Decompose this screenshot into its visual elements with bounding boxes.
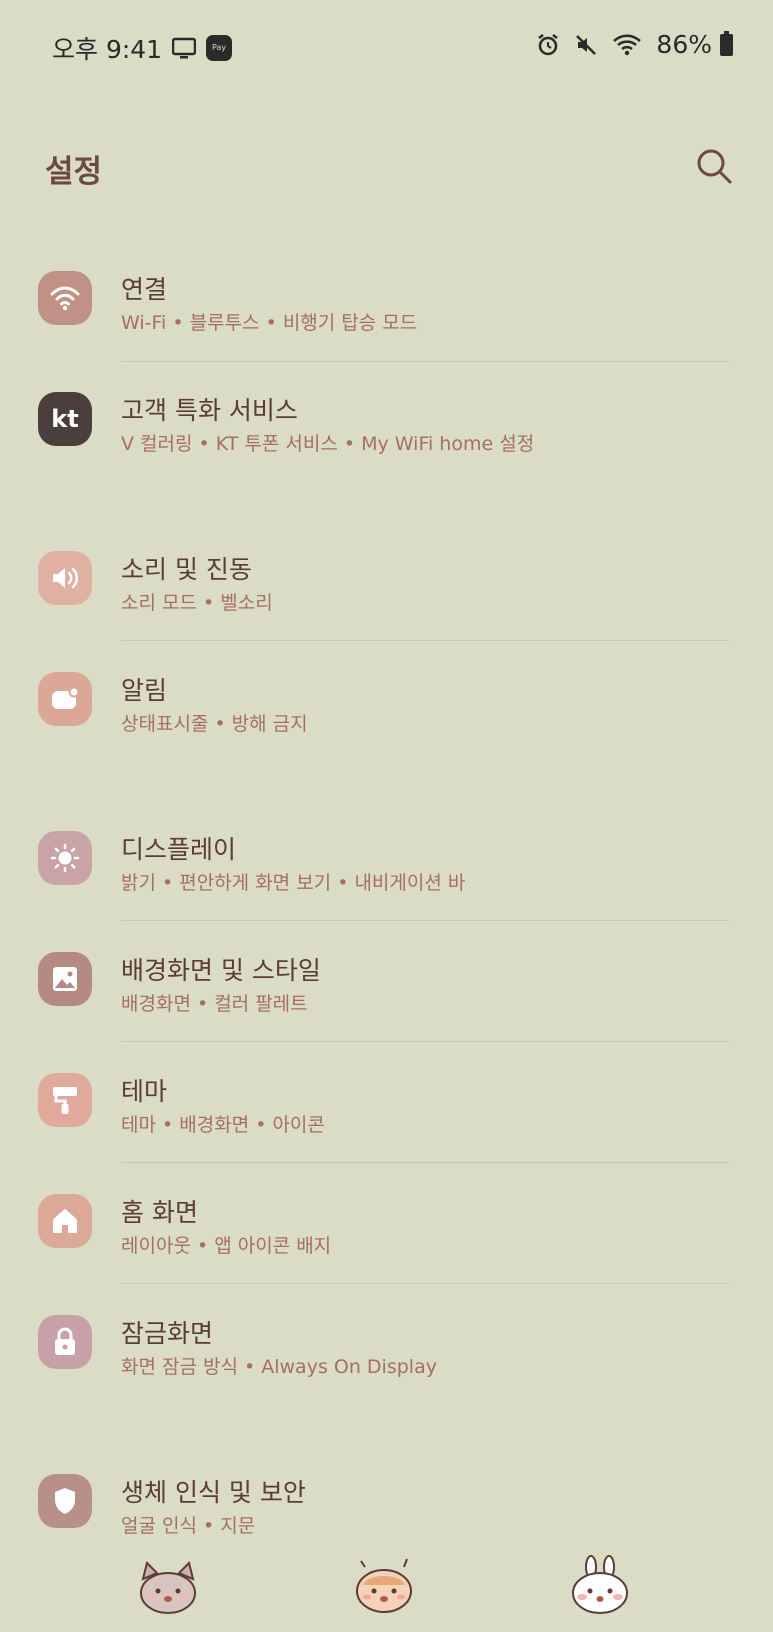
bunny-sticker-icon xyxy=(572,1555,628,1614)
item-label: 잠금화면 xyxy=(121,1319,214,1348)
status-bar-right: 86% xyxy=(536,30,733,59)
settings-item-connections[interactable]: 연결 Wi-Fi • 블루투스 • 비행기 탑승 모드 xyxy=(0,258,773,368)
divider xyxy=(121,920,729,921)
item-subtitle: V 컬러링 • KT 투폰 서비스 • My WiFi home 설정 xyxy=(121,433,535,455)
item-label: 연결 xyxy=(121,275,168,304)
item-label: 고객 특화 서비스 xyxy=(121,396,298,425)
item-label: 홈 화면 xyxy=(121,1198,198,1227)
divider xyxy=(121,361,729,362)
speaker-icon xyxy=(38,551,92,605)
item-label: 테마 xyxy=(121,1077,168,1106)
notification-icon xyxy=(38,672,92,726)
search-icon[interactable] xyxy=(694,146,734,186)
item-subtitle: 레이아웃 • 앱 아이콘 배지 xyxy=(121,1235,332,1257)
page-title: 설정 xyxy=(45,154,103,190)
home-icon xyxy=(38,1194,92,1248)
settings-item-display[interactable]: 디스플레이 밝기 • 편안하게 화면 보기 • 내비게이션 바 xyxy=(0,818,773,928)
sun-icon xyxy=(38,831,92,885)
status-time: 오후 9:41 xyxy=(52,35,163,64)
divider xyxy=(121,640,729,641)
battery-icon xyxy=(720,30,733,56)
shield-icon xyxy=(38,1474,92,1528)
status-bar: 오후 9:41 Pay 86% xyxy=(0,0,773,92)
item-subtitle: 소리 모드 • 벨소리 xyxy=(121,592,273,614)
item-label: 배경화면 및 스타일 xyxy=(121,956,321,985)
item-subtitle: Wi-Fi • 블루투스 • 비행기 탑승 모드 xyxy=(121,312,418,334)
settings-item-wallpaper[interactable]: 배경화면 및 스타일 배경화면 • 컬러 팔레트 xyxy=(0,939,773,1049)
settings-item-lock-screen[interactable]: 잠금화면 화면 잠금 방식 • Always On Display xyxy=(0,1302,773,1412)
pay-icon: Pay xyxy=(206,35,233,61)
divider xyxy=(121,1283,729,1284)
item-subtitle: 화면 잠금 방식 • Always On Display xyxy=(121,1356,437,1378)
item-subtitle: 밝기 • 편안하게 화면 보기 • 내비게이션 바 xyxy=(121,872,466,894)
image-icon xyxy=(38,952,92,1006)
wifi-icon xyxy=(38,271,92,325)
settings-item-themes[interactable]: 테마 테마 • 배경화면 • 아이콘 xyxy=(0,1060,773,1170)
item-label: 생체 인식 및 보안 xyxy=(121,1478,306,1507)
cat-sticker-icon xyxy=(140,1561,196,1614)
settings-item-kt-services[interactable]: kt 고객 특화 서비스 V 컬러링 • KT 투폰 서비스 • My WiFi… xyxy=(0,379,773,489)
cast-icon xyxy=(172,37,197,59)
item-subtitle: 얼굴 인식 • 지문 xyxy=(121,1515,256,1537)
item-label: 디스플레이 xyxy=(121,835,237,864)
settings-item-notifications[interactable]: 알림 상태표시줄 • 방해 금지 xyxy=(0,659,773,769)
item-subtitle: 상태표시줄 • 방해 금지 xyxy=(121,713,308,735)
item-subtitle: 배경화면 • 컬러 팔레트 xyxy=(121,993,308,1015)
kt-logo-icon: kt xyxy=(38,392,92,446)
settings-item-sound[interactable]: 소리 및 진동 소리 모드 • 벨소리 xyxy=(0,538,773,648)
item-label: 알림 xyxy=(121,676,168,705)
battery-percent: 86% xyxy=(656,30,712,59)
settings-item-home-screen[interactable]: 홈 화면 레이아웃 • 앱 아이콘 배지 xyxy=(0,1181,773,1291)
lock-icon xyxy=(38,1315,92,1369)
item-subtitle: 테마 • 배경화면 • 아이콘 xyxy=(121,1114,325,1136)
divider xyxy=(121,1041,729,1042)
mute-icon xyxy=(576,34,597,55)
sticker-bar xyxy=(0,1555,773,1625)
alarm-icon xyxy=(538,33,559,55)
status-bar-left: 오후 9:41 Pay xyxy=(52,30,233,66)
item-label: 소리 및 진동 xyxy=(121,555,252,584)
hamster-sticker-icon xyxy=(356,1558,412,1613)
divider xyxy=(121,1162,729,1163)
wifi-signal-icon xyxy=(613,34,642,55)
paint-roller-icon xyxy=(38,1073,92,1127)
